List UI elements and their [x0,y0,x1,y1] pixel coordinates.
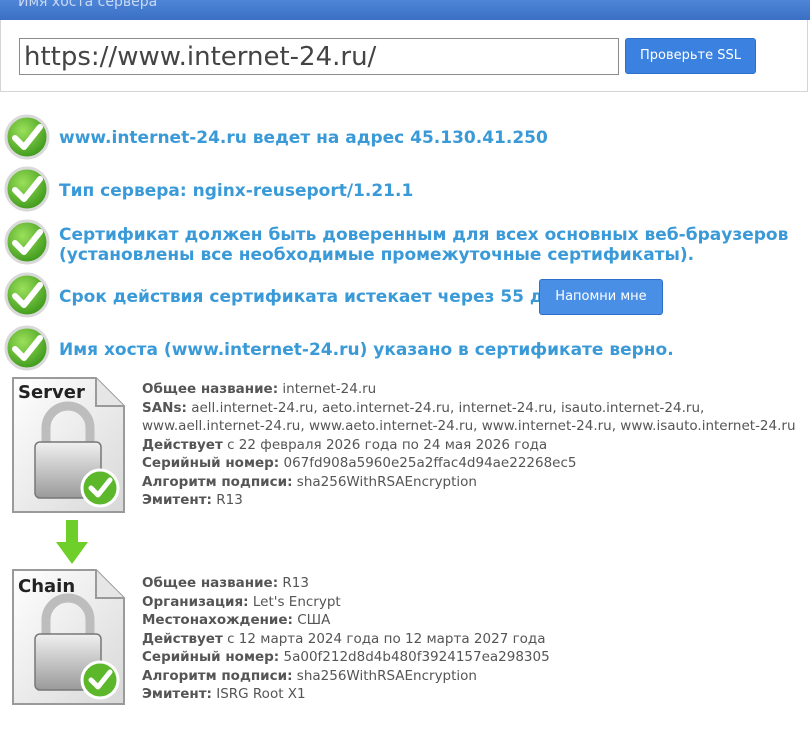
check-ssl-button[interactable]: Проверьте SSL [625,38,756,74]
server-certificate-icon: Server [12,377,125,513]
chain-cert-details: Общее название: R13 Организация: Let's E… [142,575,550,702]
hostname-label: Имя хоста сервера [18,0,158,10]
arrow-down-icon [56,520,88,564]
check-icon [4,325,50,371]
remind-me-button[interactable]: Напомни мне [539,279,663,315]
check-icon [4,272,50,318]
check-icon [4,219,50,265]
hostname-input[interactable] [19,38,619,75]
status-server-type: Тип сервера: nginx-reuseport/1.21.1 [59,181,414,201]
chain-certificate-icon: Chain [12,569,125,705]
header-bar: Имя хоста сервера [0,0,810,20]
status-hostname-ip: www.internet-24.ru ведет на адрес 45.130… [59,128,548,148]
status-trusted-note: (установлены все необходимые промежуточн… [59,245,695,265]
hostname-panel: Проверьте SSL [0,20,808,92]
server-badge-text: Server [18,382,85,403]
status-trusted: Сертификат должен быть доверенным для вс… [59,225,789,245]
status-expiry: Срок действия сертификата истекает через… [59,287,586,307]
check-icon [4,114,50,160]
status-hostname-match: Имя хоста (www.internet-24.ru) указано в… [59,340,674,360]
server-cert-details: Общее название: internet-24.ru SANs: ael… [142,381,796,508]
check-icon [4,166,50,212]
